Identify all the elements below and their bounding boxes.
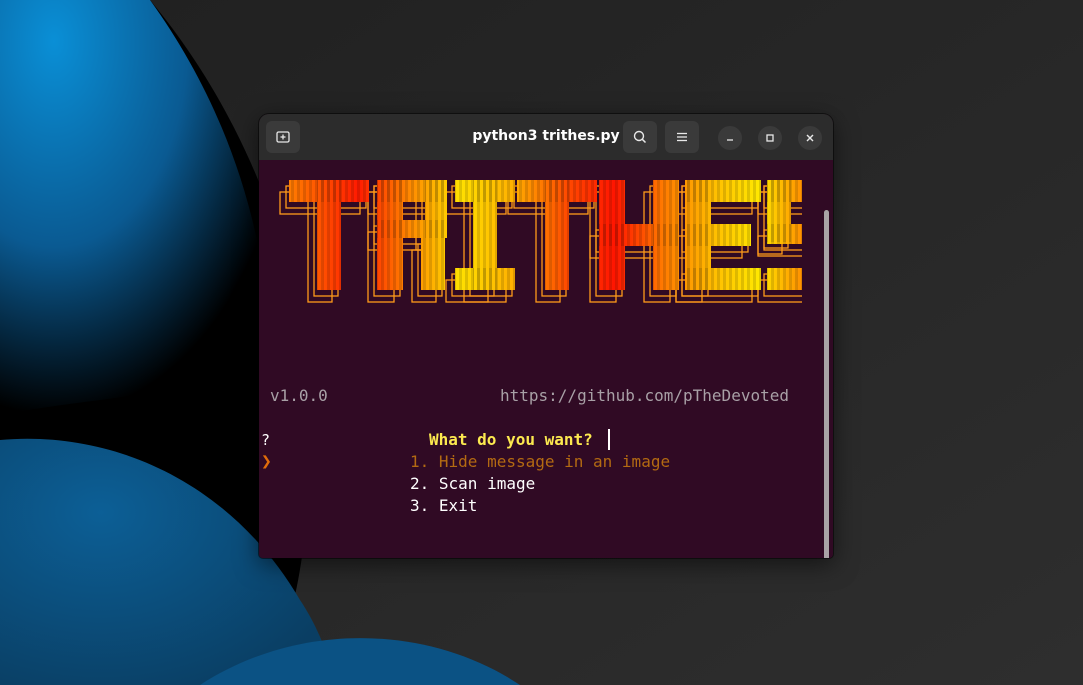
terminal-window: python3 trithes.py v1.0.0 https://github…: [259, 114, 833, 558]
menu-option-scan-image[interactable]: 2. Scan image: [410, 474, 535, 494]
maximize-button[interactable]: [758, 126, 782, 150]
menu-option-exit[interactable]: 3. Exit: [410, 496, 477, 516]
close-button[interactable]: [798, 126, 822, 150]
prompt-question: What do you want?: [429, 430, 593, 449]
minimize-icon: [727, 139, 733, 141]
search-icon: [633, 130, 647, 144]
menu-button[interactable]: [665, 121, 699, 153]
vertical-scrollbar[interactable]: [824, 210, 829, 558]
text-cursor: [608, 429, 610, 450]
title-bar: python3 trithes.py: [259, 114, 833, 161]
terminal-output[interactable]: v1.0.0 https://github.com/pTheDevoted ? …: [259, 160, 833, 558]
minimize-button[interactable]: [718, 126, 742, 150]
version-label: v1.0.0: [270, 386, 328, 405]
close-icon: [806, 134, 814, 142]
trithes-ascii-banner: [279, 180, 802, 303]
github-url[interactable]: https://github.com/pTheDevoted: [500, 386, 789, 406]
maximize-icon: [766, 134, 774, 142]
window-title: python3 trithes.py: [472, 128, 620, 144]
menu-option-hide-message[interactable]: 1. Hide message in an image: [410, 452, 670, 472]
selection-pointer: ❯: [261, 451, 272, 472]
search-button[interactable]: [623, 121, 657, 153]
prompt-question-mark: ?: [261, 431, 271, 449]
hamburger-menu-icon: [677, 132, 687, 142]
